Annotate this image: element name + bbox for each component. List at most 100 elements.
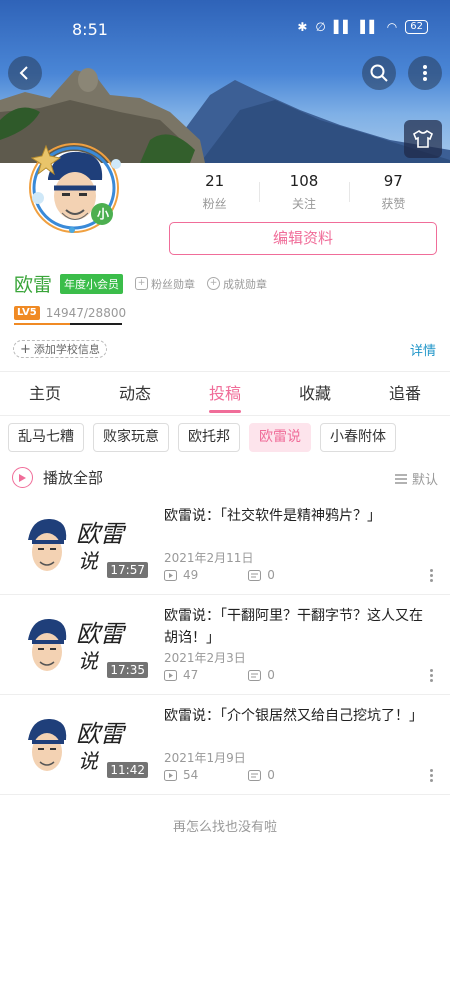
play-all-label: 播放全部 [43, 469, 104, 487]
series-chips: 乱马七糟 败家玩意 欧托邦 欧雷说 小春附体 [8, 423, 396, 452]
video-stats: 54 0 [164, 768, 275, 782]
video-title[interactable]: 欧雷说：「社交软件是精神鸦片？」 [164, 505, 426, 527]
video-stats: 49 0 [164, 568, 275, 582]
chip-series[interactable]: 小春附体 [320, 423, 396, 452]
chip-series[interactable]: 败家玩意 [93, 423, 169, 452]
sort-button[interactable]: 默认 [394, 469, 438, 488]
name-row: 欧雷 年度小会员 + 粉丝勋章 + 成就勋章 [14, 270, 267, 297]
search-button[interactable] [362, 56, 396, 90]
video-duration: 11:42 [107, 762, 148, 778]
danmaku-count-value: 0 [267, 568, 275, 582]
video-thumbnail[interactable]: 欧雷说 17:57 [20, 510, 150, 580]
tab-bangumi[interactable]: 追番 [360, 372, 450, 415]
video-date: 2021年1月9日 [164, 751, 246, 765]
danmaku-count-value: 0 [267, 768, 275, 782]
level-row[interactable]: LV5 14947/28800 [14, 306, 126, 320]
danmaku-count-value: 0 [267, 668, 275, 682]
avatar-badge: 小 [96, 207, 109, 221]
play-all-button[interactable]: 播放全部 [12, 467, 438, 488]
video-date: 2021年2月11日 [164, 551, 254, 565]
signal-2-icon: ▌▌ [360, 20, 379, 34]
fan-medal-label: 粉丝勋章 [151, 277, 196, 291]
signal-icon: ▌▌ [333, 20, 353, 34]
back-button[interactable] [8, 56, 42, 90]
tab-dynamics[interactable]: 动态 [90, 372, 180, 415]
play-count-icon [164, 669, 177, 681]
danmaku-count: 0 [248, 568, 275, 582]
play-count-icon [164, 569, 177, 581]
play-count-value: 47 [183, 668, 199, 682]
play-count: 54 [164, 768, 198, 782]
play-count: 49 [164, 568, 198, 582]
stat-value: 21 [205, 172, 225, 190]
danmaku-icon [248, 669, 262, 681]
video-title[interactable]: 欧雷说：「干翻阿里？干翻字节？这人又在胡诌！」 [164, 605, 426, 649]
edit-profile-button[interactable]: 编辑资料 [169, 222, 437, 255]
play-count: 47 [164, 668, 198, 682]
video-item[interactable]: 欧雷说 17:35 欧雷说：「干翻阿里？干翻字节？这人又在胡诌！」 2021年2月3日… [0, 595, 450, 695]
thumb-text-main: 欧雷 [76, 520, 127, 548]
more-button[interactable] [408, 56, 442, 90]
play-count-value: 49 [183, 568, 199, 582]
video-more-button[interactable] [430, 769, 434, 784]
status-time: 8:51 [72, 20, 108, 39]
battery-icon: 62 [405, 20, 428, 34]
vip-badge[interactable]: 年度小会员 [60, 273, 124, 294]
stat-followers[interactable]: 21 粉丝 [170, 172, 259, 212]
chip-series[interactable]: 欧托邦 [178, 423, 240, 452]
end-of-list-text: 再怎么找也没有啦 [172, 820, 277, 835]
tab-favorites[interactable]: 收藏 [270, 372, 360, 415]
video-duration: 17:35 [107, 662, 148, 678]
play-count-value: 54 [183, 768, 199, 782]
stat-label: 粉丝 [202, 197, 227, 211]
sort-label: 默认 [411, 473, 438, 488]
chip-series[interactable]: 乱马七糟 [8, 423, 84, 452]
detail-link[interactable]: 详情 [410, 340, 436, 359]
search-icon [370, 64, 388, 82]
stat-value: 97 [383, 172, 403, 190]
fan-medal-button[interactable]: + 粉丝勋章 [135, 276, 195, 292]
thumb-text-main: 欧雷 [76, 620, 127, 648]
stat-label: 关注 [291, 197, 316, 211]
avatar[interactable]: 小 [24, 138, 124, 238]
stat-value: 108 [289, 172, 319, 190]
video-title[interactable]: 欧雷说：「介个银居然又给自己挖坑了！」 [164, 705, 426, 727]
video-date: 2021年2月3日 [164, 651, 246, 665]
video-thumbnail[interactable]: 欧雷说 17:35 [20, 610, 150, 680]
video-more-button[interactable] [430, 669, 434, 684]
mute-icon: ∅ [315, 20, 326, 34]
profile-tabs: 主页 动态 投稿 收藏 追番 [0, 371, 450, 416]
video-more-button[interactable] [430, 569, 434, 584]
play-icon [12, 467, 33, 488]
sort-icon [394, 473, 407, 484]
add-school-label: 添加学校信息 [33, 343, 100, 356]
status-icons: ✱ ∅ ▌▌ ▌▌ ◠ 62 [297, 20, 428, 34]
exp-progress-fill [14, 323, 71, 325]
danmaku-count: 0 [248, 768, 275, 782]
achievement-medal-button[interactable]: + 成就勋章 [207, 276, 267, 292]
video-item[interactable]: 欧雷说 17:57 欧雷说：「社交软件是精神鸦片？」 2021年2月11日 49 0 [0, 495, 450, 595]
stat-label: 获赞 [381, 197, 406, 211]
thumb-text-sub: 说 [78, 549, 100, 573]
medal-icon: + [135, 277, 149, 290]
plus-icon: + [20, 341, 31, 357]
tab-submissions[interactable]: 投稿 [180, 372, 270, 415]
chip-series-active[interactable]: 欧雷说 [249, 423, 311, 452]
level-tag: LV5 [14, 306, 40, 320]
add-school-button[interactable]: + 添加学校信息 [13, 340, 107, 358]
play-all-row: 播放全部 默认 [12, 467, 438, 489]
video-stats: 47 0 [164, 668, 275, 682]
tab-home[interactable]: 主页 [0, 372, 90, 415]
bluetooth-icon: ✱ [297, 20, 308, 34]
chevron-left-icon [19, 66, 28, 80]
avatar-image [29, 143, 121, 233]
stat-following[interactable]: 108 关注 [259, 172, 348, 212]
video-item[interactable]: 欧雷说 11:42 欧雷说：「介个银居然又给自己挖坑了！」 2021年1月9日 54 0 [0, 695, 450, 795]
video-thumbnail[interactable]: 欧雷说 11:42 [20, 710, 150, 780]
danmaku-icon [248, 769, 262, 781]
theme-button[interactable] [404, 120, 442, 158]
username: 欧雷 [14, 274, 53, 296]
stat-likes[interactable]: 97 获赞 [348, 172, 438, 212]
tshirt-icon [413, 129, 433, 148]
danmaku-icon [248, 569, 262, 581]
